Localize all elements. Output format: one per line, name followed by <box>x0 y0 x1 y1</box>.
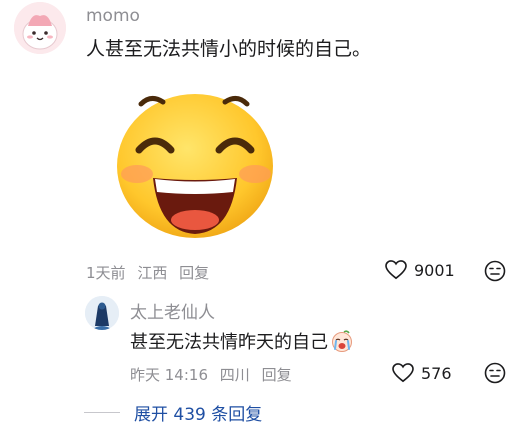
comment-time: 1天前 <box>86 264 126 282</box>
crying-emoji-icon <box>332 330 352 352</box>
comment-text: 人甚至无法共情小的时候的自己。 <box>86 38 372 60</box>
avatar[interactable] <box>14 2 66 54</box>
reply-like-count: 576 <box>421 363 452 383</box>
expand-replies-button[interactable]: 展开 439 条回复 <box>84 400 262 425</box>
like-count: 9001 <box>414 260 455 280</box>
reply-like-button[interactable]: 576 <box>392 363 452 383</box>
reply-dislike-button[interactable] <box>484 362 506 388</box>
expand-replies-label: 展开 439 条回复 <box>134 405 263 425</box>
reply-username[interactable]: 太上老仙人 <box>130 298 215 323</box>
dislike-face-icon <box>484 362 506 384</box>
reply-button[interactable]: 回复 <box>179 264 209 282</box>
dislike-face-icon <box>484 260 506 282</box>
laughing-emoji-sticker <box>107 82 282 242</box>
reply-reply-button[interactable]: 回复 <box>262 366 292 384</box>
heart-icon <box>385 260 407 280</box>
reply-avatar[interactable] <box>85 296 119 330</box>
comment-meta: 1天前 江西 回复 <box>86 262 216 283</box>
dislike-button[interactable] <box>484 260 506 286</box>
comment-username[interactable]: momo <box>86 6 140 26</box>
reply-text: 甚至无法共情昨天的自己 <box>130 328 354 354</box>
reply-time: 昨天 14:16 <box>130 366 208 384</box>
reply-meta: 昨天 14:16 四川 回复 <box>130 364 299 385</box>
like-button[interactable]: 9001 <box>385 260 455 280</box>
reply-location: 四川 <box>219 366 250 384</box>
heart-icon <box>392 363 414 383</box>
avatar-character-icon <box>14 2 66 54</box>
avatar-figure-icon <box>85 296 119 330</box>
reply-text-content: 甚至无法共情昨天的自己 <box>130 332 328 353</box>
divider-line <box>84 412 120 413</box>
comment-location: 江西 <box>137 264 168 282</box>
